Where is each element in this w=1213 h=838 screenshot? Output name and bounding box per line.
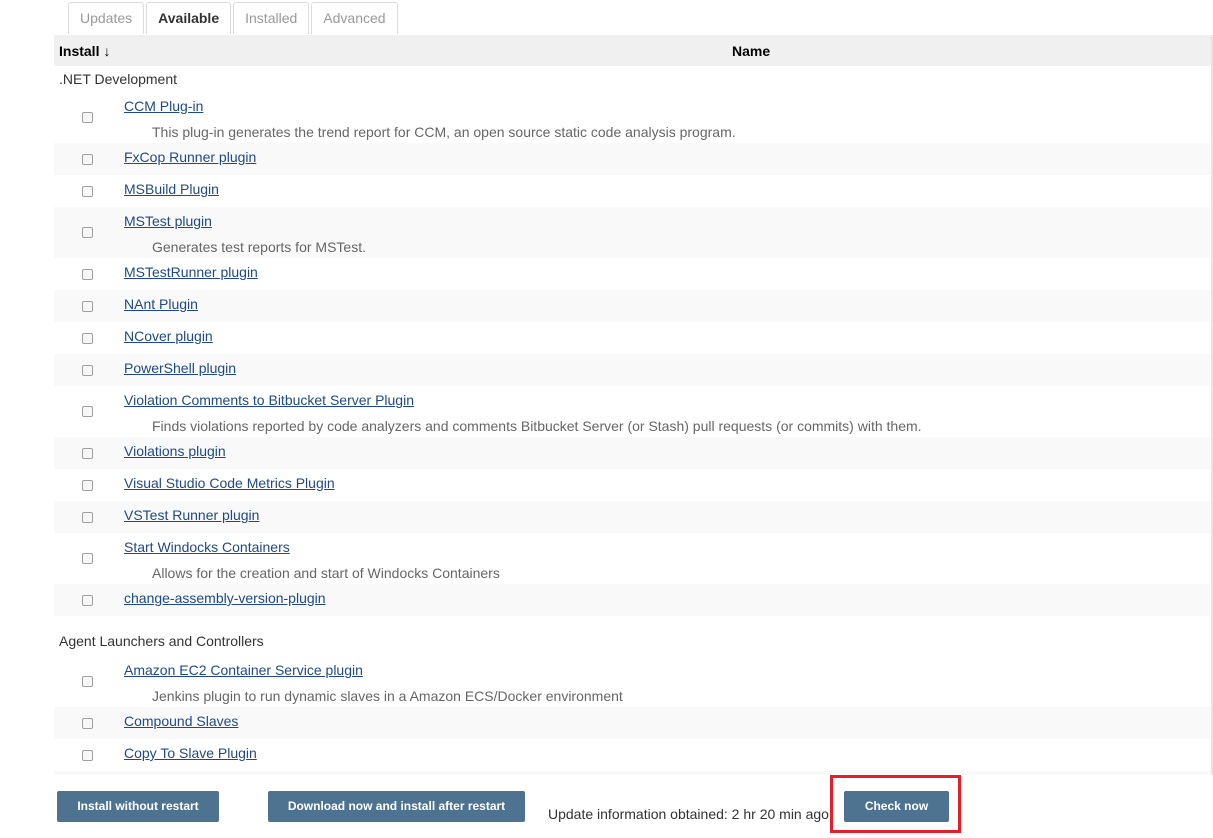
table-row: VSTest Runner plugin — [54, 501, 1213, 533]
table-row: change-assembly-version-plugin — [54, 584, 1213, 616]
plugin-description: Generates test reports for MSTest. — [152, 239, 366, 255]
table-row: NCover plugin — [54, 322, 1213, 354]
table-row: Start Windocks Containers Allows for the … — [54, 533, 1213, 584]
table-row: MSTest plugin Generates test reports for … — [54, 207, 1213, 258]
install-checkbox[interactable] — [82, 480, 93, 491]
table-row: ec2-cloud-axis — [54, 771, 1213, 775]
download-install-after-restart-button[interactable]: Download now and install after restart — [268, 791, 525, 822]
plugin-link[interactable]: MSTest plugin — [124, 213, 212, 229]
table-row: MSTestRunner plugin — [54, 258, 1213, 290]
update-status-text: Update information obtained: 2 hr 20 min… — [548, 806, 829, 822]
table-row: Compound Slaves — [54, 707, 1213, 739]
plugin-link[interactable]: NAnt Plugin — [124, 296, 198, 312]
install-checkbox[interactable] — [82, 448, 93, 459]
table-row: Copy To Slave Plugin — [54, 739, 1213, 771]
tab-updates[interactable]: Updates — [68, 2, 145, 34]
plugin-link[interactable]: Start Windocks Containers — [124, 539, 290, 555]
install-checkbox[interactable] — [82, 301, 93, 312]
plugin-link[interactable]: VSTest Runner plugin — [124, 507, 259, 523]
plugin-link[interactable]: NCover plugin — [124, 328, 213, 344]
plugin-link[interactable]: Copy To Slave Plugin — [124, 745, 257, 761]
plugin-link[interactable]: MSBuild Plugin — [124, 181, 219, 197]
plugin-description: Jenkins plugin to run dynamic slaves in … — [152, 688, 623, 704]
install-checkbox[interactable] — [82, 186, 93, 197]
category-header: Agent Launchers and Controllers — [54, 616, 1213, 656]
table-row: Violations plugin — [54, 437, 1213, 469]
plugin-link[interactable]: PowerShell plugin — [124, 360, 236, 376]
install-checkbox[interactable] — [82, 365, 93, 376]
table-body: .NET Development CCM Plug-in This plug-in … — [54, 66, 1213, 775]
table-header: Install ↓ Name — [54, 35, 1213, 66]
install-checkbox[interactable] — [82, 676, 93, 687]
name-column-header[interactable]: Name — [732, 43, 770, 59]
highlight-box — [830, 775, 961, 833]
plugin-description: Allows for the creation and start of Win… — [152, 565, 500, 581]
install-checkbox[interactable] — [82, 154, 93, 165]
table-row: CCM Plug-in This plug-in generates the tr… — [54, 92, 1213, 143]
install-checkbox[interactable] — [82, 227, 93, 238]
tab-available[interactable]: Available — [146, 2, 232, 34]
plugin-link[interactable]: Visual Studio Code Metrics Plugin — [124, 475, 335, 491]
tab-installed[interactable]: Installed — [233, 2, 310, 34]
install-checkbox[interactable] — [82, 112, 93, 123]
plugin-description: Finds violations reported by code analyz… — [152, 418, 922, 434]
plugin-link[interactable]: Compound Slaves — [124, 713, 238, 729]
table-row: FxCop Runner plugin — [54, 143, 1213, 175]
plugin-link[interactable]: Amazon EC2 Container Service plugin — [124, 662, 363, 678]
tab-bar: Updates Available Installed Advanced — [68, 2, 400, 35]
plugin-link[interactable]: FxCop Runner plugin — [124, 149, 256, 165]
table-row: Visual Studio Code Metrics Plugin — [54, 469, 1213, 501]
install-checkbox[interactable] — [82, 553, 93, 564]
install-without-restart-button[interactable]: Install without restart — [57, 791, 219, 822]
plugin-description: This plug-in generates the trend report … — [152, 124, 736, 140]
plugin-link[interactable]: Violation Comments to Bitbucket Server P… — [124, 392, 414, 408]
install-checkbox[interactable] — [82, 269, 93, 280]
install-header-label: Install — [59, 43, 100, 59]
plugin-link[interactable]: MSTestRunner plugin — [124, 264, 258, 280]
table-row: MSBuild Plugin — [54, 175, 1213, 207]
install-column-header[interactable]: Install ↓ — [59, 43, 110, 59]
install-checkbox[interactable] — [82, 512, 93, 523]
plugin-table: Install ↓ Name .NET Development CCM Plug-i… — [54, 35, 1213, 775]
table-row: Amazon EC2 Container Service plugin Jenki… — [54, 656, 1213, 707]
sort-arrow-icon: ↓ — [103, 43, 111, 59]
install-checkbox[interactable] — [82, 333, 93, 344]
install-checkbox[interactable] — [82, 718, 93, 729]
plugin-link[interactable]: CCM Plug-in — [124, 98, 203, 114]
category-header: .NET Development — [54, 66, 1213, 92]
install-checkbox[interactable] — [82, 595, 93, 606]
install-checkbox[interactable] — [82, 406, 93, 417]
table-row: Violation Comments to Bitbucket Server P… — [54, 386, 1213, 437]
table-row: NAnt Plugin — [54, 290, 1213, 322]
install-checkbox[interactable] — [82, 750, 93, 761]
tab-advanced[interactable]: Advanced — [311, 2, 398, 34]
plugin-link[interactable]: Violations plugin — [124, 443, 226, 459]
table-row: PowerShell plugin — [54, 354, 1213, 386]
plugin-link[interactable]: change-assembly-version-plugin — [124, 590, 326, 606]
